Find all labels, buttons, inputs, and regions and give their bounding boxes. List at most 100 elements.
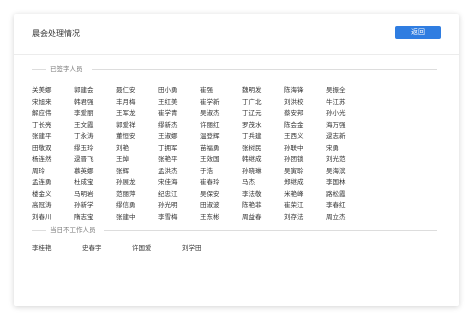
signed-person-name: 孙小光 (326, 109, 346, 117)
signed-person-name: 解应伟 (32, 109, 52, 117)
signed-person-name (368, 143, 410, 155)
signed-person-name (368, 154, 410, 166)
signed-person-name: 周立杰 (326, 212, 346, 221)
signed-person-name: 马杰 (242, 178, 255, 186)
signed-person-name: 宋旭来 (32, 97, 52, 106)
back-button[interactable]: 返回 (395, 26, 441, 39)
absent-person-name: 史春宇 (82, 244, 102, 252)
signed-person-name: 缪玉玲 (74, 143, 94, 152)
signed-person-name: 牛江苏 (326, 97, 346, 106)
signed-person-name: 吴寅聆 (284, 166, 304, 175)
signed-person-name: 孟连勇 (32, 178, 52, 186)
signed-person-name: 蔡安邦 (284, 109, 304, 117)
signed-person-name: 王军龙 (116, 109, 136, 117)
signed-person-name: 魏明发 (242, 86, 262, 94)
signed-person-name: 刘洪校 (284, 97, 304, 106)
signed-person-name: 张辉 (116, 166, 129, 175)
absent-person-name: 刘学田 (182, 244, 202, 252)
signed-person-name: 丁广北 (242, 97, 262, 106)
signed-person-name: 田淑波 (200, 201, 220, 209)
page-title: 晨会处理情况 (32, 29, 80, 38)
signed-person-name: 董恒安 (116, 132, 136, 140)
signed-person-name: 崔强 (200, 86, 213, 94)
signed-person-name: 崔春玲 (200, 178, 220, 186)
signed-person-name: 罗茂水 (242, 120, 262, 129)
signed-person-name: 丁拥军 (158, 143, 178, 152)
signed-person-name: 崔学青 (158, 109, 178, 117)
signed-person-name: 范丽萍 (116, 189, 136, 198)
signed-person-name: 李爱丽 (74, 109, 94, 117)
signed-person-name: 周玲 (32, 166, 45, 175)
signed-person-name: 王红美 (158, 97, 178, 106)
signed-person-name: 吴淑杰 (200, 109, 220, 117)
signed-person-name: 张建中 (116, 212, 136, 221)
signed-names-grid: 关美娜 郭建会 聂仁安 田小勇 崔强 魏明发 陈海锋 吴振全 宋旭来 韩君强 丰月梅 王红美 崔学新 丁广… (32, 85, 410, 223)
signed-person-name (368, 200, 410, 212)
signed-person-name: 温登辉 (200, 132, 220, 140)
signed-person-name (368, 120, 410, 132)
signed-person-name: 李春红 (326, 201, 346, 209)
absent-person-name: 李桂艳 (32, 244, 52, 252)
signed-person-name: 许丽红 (200, 120, 220, 129)
signed-person-name: 杨连然 (32, 155, 52, 163)
signed-person-name: 缪信勇 (116, 201, 136, 209)
signed-person-name: 王文霞 (74, 120, 94, 129)
signed-person-name: 周益春 (242, 212, 262, 221)
signed-person-name: 吴振全 (326, 86, 346, 94)
signed-person-name: 吴保安 (200, 189, 220, 198)
signed-person-name (368, 85, 410, 97)
signed-person-name: 孙新学 (74, 201, 94, 209)
signed-person-name: 刘存法 (284, 212, 304, 221)
signed-person-name: 孙光明 (158, 201, 178, 209)
signed-person-name: 田敬双 (32, 143, 52, 152)
signed-person-name: 韩继成 (242, 155, 262, 163)
absent-divider-left (32, 230, 46, 231)
signed-person-name: 王效国 (200, 155, 220, 163)
signed-person-name: 王淑娜 (158, 132, 178, 140)
signed-person-name: 马明岩 (74, 189, 94, 198)
signed-person-name: 路松霞 (326, 189, 346, 198)
signed-person-name: 刘光范 (326, 155, 346, 163)
signed-person-name: 崔学新 (200, 97, 220, 106)
signed-person-name (368, 97, 410, 109)
signed-person-name: 吴海滨 (326, 166, 346, 175)
signed-person-name: 杜成宝 (74, 178, 94, 186)
signed-person-name: 李国林 (326, 178, 346, 186)
signed-person-name: 李法敬 (242, 189, 262, 198)
signed-person-name: 张艳平 (158, 155, 178, 163)
signed-person-name: 田小勇 (158, 86, 178, 94)
signed-person-name: 郭爱祥 (116, 120, 136, 129)
signed-person-name: 丁永涛 (74, 132, 94, 140)
signed-person-name (368, 131, 410, 143)
signed-person-name: 崔荣江 (284, 201, 304, 209)
signed-person-name: 海万强 (326, 120, 346, 129)
signed-divider-right (92, 69, 437, 70)
absent-section-label: 当日不工作人员 (50, 226, 96, 234)
signed-person-name: 陈艳菲 (242, 201, 262, 209)
signed-person-name: 韩君强 (74, 97, 94, 106)
signed-person-name: 孟洪杰 (158, 166, 178, 175)
signed-person-name: 楼金义 (32, 189, 52, 198)
meeting-panel: 晨会处理情况 返回 已签字人员 关美娜 郭建会 聂仁安 田小勇 崔强 魏明发 陈海锋 吴振全宋… (14, 14, 459, 306)
signed-person-name: 关美娜 (32, 86, 52, 94)
signed-person-name (368, 177, 410, 189)
signed-person-name: 聂仁安 (116, 86, 136, 94)
signed-person-name: 孙晓琳 (242, 166, 262, 175)
signed-person-name: 孙展龙 (116, 178, 136, 186)
signed-person-name: 逯晋飞 (74, 155, 94, 163)
signed-person-name: 宋勇 (326, 143, 339, 152)
signed-person-name: 陈会金 (284, 120, 304, 129)
signed-person-name: 刘艳 (116, 143, 129, 152)
signed-person-name: 丁长亮 (32, 120, 52, 129)
signed-person-name: 刘春川 (32, 212, 52, 221)
signed-person-name: 王东彬 (200, 212, 220, 221)
signed-person-name (368, 166, 410, 178)
signed-person-name: 慕英娜 (74, 166, 94, 175)
signed-person-name (368, 108, 410, 120)
signed-person-name (368, 212, 410, 224)
signed-person-name: 米艳峰 (284, 189, 304, 198)
signed-person-name: 纪忠江 (158, 189, 178, 198)
signed-person-name: 宋佳海 (158, 178, 178, 186)
signed-person-name: 高冠涛 (32, 201, 52, 209)
signed-divider-left (32, 69, 46, 70)
